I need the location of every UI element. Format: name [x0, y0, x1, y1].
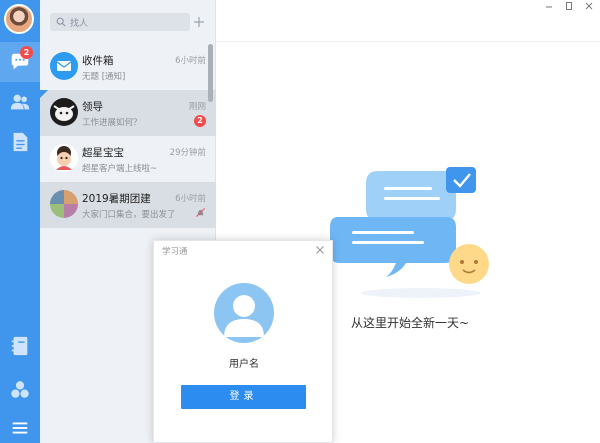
left-rail: 2	[0, 0, 40, 443]
apps-icon	[11, 381, 29, 398]
notebook-icon	[11, 336, 28, 356]
document-icon	[13, 132, 28, 152]
envelope-icon	[56, 61, 72, 71]
nav-messages-button[interactable]: 2	[0, 42, 40, 82]
conversation-item[interactable]: 超星宝宝 超星客户端上线啦~ 29分钟前	[40, 136, 216, 182]
add-button[interactable]	[190, 13, 208, 31]
maximize-icon	[566, 2, 572, 10]
inbox-avatar	[50, 52, 78, 80]
maximize-button[interactable]	[562, 0, 576, 12]
conversation-item[interactable]: 收件箱 无题 [通知] 6小时前	[40, 44, 216, 90]
list-scrollbar[interactable]	[208, 44, 213, 102]
username-label: 用户名	[229, 359, 259, 370]
empty-state-illustration	[330, 167, 489, 298]
conversation-time: 29分钟前	[169, 148, 206, 158]
nav-notebook-button[interactable]	[0, 326, 40, 366]
nav-documents-button[interactable]	[0, 122, 40, 162]
dialog-title: 学习通	[162, 247, 188, 257]
avatar-image	[53, 105, 75, 121]
contacts-icon	[10, 94, 30, 110]
conversation-item[interactable]: 领导 工作进展如何？ 刚刚 2	[40, 90, 216, 136]
group-avatar	[50, 190, 78, 218]
menu-button[interactable]	[0, 408, 40, 443]
login-button[interactable]: 登录	[181, 385, 306, 409]
menu-icon	[12, 422, 28, 434]
group-avatar-image	[50, 190, 78, 218]
conversation-time: 6小时前	[175, 194, 206, 204]
contact-avatar	[50, 144, 78, 172]
messages-badge: 2	[20, 46, 33, 59]
search-placeholder: 找人	[70, 18, 89, 29]
conversation-preview: 大家门口集合，要出发了	[82, 210, 176, 220]
minimize-button[interactable]	[542, 0, 556, 12]
close-dialog-icon[interactable]	[314, 244, 326, 256]
unread-badge: 2	[194, 115, 206, 127]
minimize-icon	[546, 6, 552, 8]
avatar-image	[56, 146, 72, 170]
conversation-time: 6小时前	[175, 56, 206, 66]
user-avatar[interactable]	[4, 4, 34, 34]
contact-avatar	[50, 98, 78, 126]
conversation-preview: 超星客户端上线啦~	[82, 164, 158, 174]
close-icon	[585, 2, 593, 10]
conversation-preview: 无题 [通知]	[82, 72, 126, 82]
title-bar	[216, 0, 600, 42]
conversation-name: 2019暑期团建	[82, 193, 151, 205]
conversation-name: 超星宝宝	[82, 147, 124, 159]
pinned-marker	[40, 90, 48, 98]
conversation-name: 领导	[82, 101, 103, 113]
nav-contacts-button[interactable]	[0, 82, 40, 122]
nav-apps-button[interactable]	[0, 370, 40, 410]
conversation-name: 收件箱	[82, 55, 114, 67]
conversation-item[interactable]: 2019暑期团建 大家门口集合，要出发了 6小时前	[40, 182, 216, 228]
login-dialog: 学习通 用户名 登录	[153, 240, 333, 443]
search-input[interactable]: 找人	[50, 13, 190, 31]
conversation-preview: 工作进展如何？	[82, 118, 142, 128]
default-user-icon	[224, 295, 264, 337]
close-window-button[interactable]	[582, 0, 596, 12]
mute-icon	[195, 207, 206, 218]
plus-icon	[194, 17, 204, 27]
conversation-time: 刚刚	[188, 102, 206, 112]
user-avatar-large	[214, 283, 274, 343]
search-icon	[56, 17, 66, 27]
